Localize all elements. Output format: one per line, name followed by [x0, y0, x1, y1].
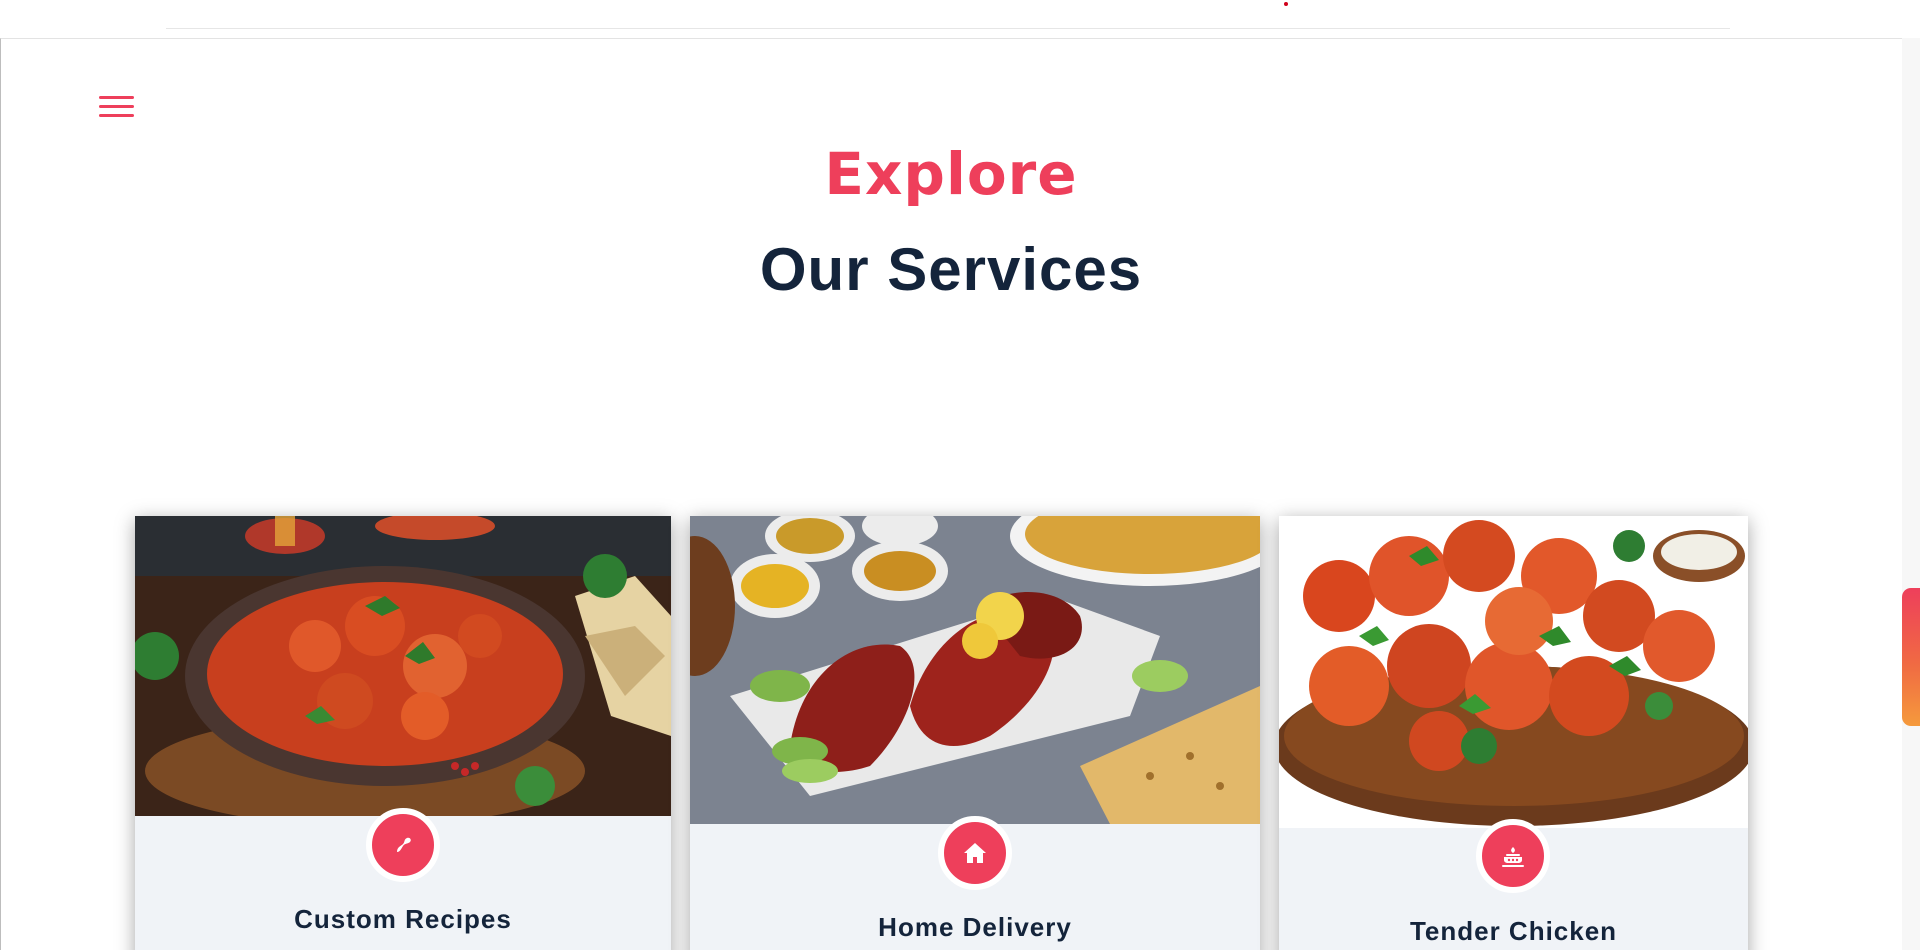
section-title: Our Services — [759, 236, 1143, 303]
service-card-home-delivery[interactable]: Home Delivery — [690, 516, 1260, 950]
section-eyebrow: Explore — [824, 140, 1078, 208]
top-bar — [0, 0, 1920, 38]
scrollbar-thumb[interactable] — [1902, 588, 1920, 726]
divider — [166, 28, 1730, 29]
page: Explore Our Services Custom Recipes Home… — [0, 0, 1920, 950]
home-icon — [938, 816, 1012, 890]
recipe-icon — [366, 808, 440, 882]
scrollbar-track[interactable] — [1902, 38, 1920, 950]
service-image-tandoori-platter — [690, 516, 1260, 824]
cooking-pot-icon — [1476, 819, 1550, 893]
service-card-custom-recipes[interactable]: Custom Recipes — [135, 516, 671, 950]
menu-bar — [99, 105, 134, 108]
service-card-tender-chicken[interactable]: Tender Chicken — [1279, 516, 1748, 950]
menu-bar — [99, 96, 134, 99]
service-title: Home Delivery — [878, 912, 1072, 942]
service-title: Custom Recipes — [294, 904, 512, 934]
indicator-dot — [1284, 2, 1288, 6]
service-title: Tender Chicken — [1409, 916, 1618, 946]
menu-bar — [99, 114, 134, 117]
service-image-curry — [135, 516, 671, 816]
hamburger-menu-icon[interactable] — [99, 94, 135, 122]
service-image-chicken-skewers — [1279, 516, 1748, 828]
